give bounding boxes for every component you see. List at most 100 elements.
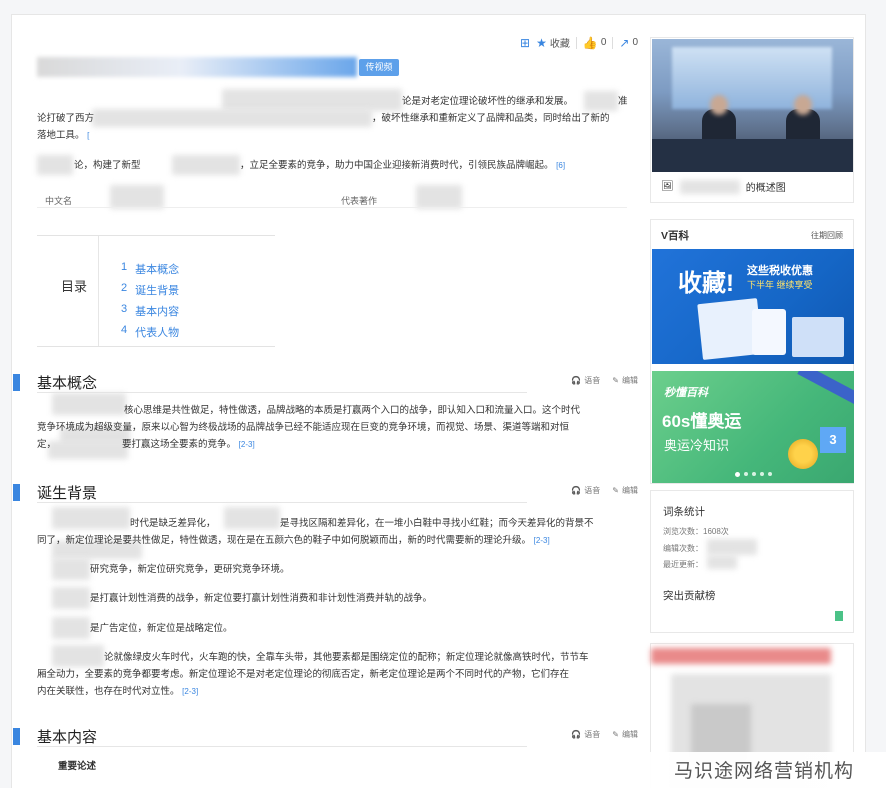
carousel-dot[interactable]	[734, 472, 740, 477]
vbaike-more-link[interactable]: 往期回顾	[811, 230, 843, 241]
share-button[interactable]: ↗ 0	[619, 36, 638, 50]
redacted-text	[92, 109, 372, 127]
carousel-dots	[652, 472, 854, 477]
intro-line-3: 落地工具。 [	[37, 130, 90, 141]
stats-title: 词条统计	[663, 506, 705, 518]
section-background: 诞生背景 🎧 语音 ✎ 编辑	[13, 481, 638, 503]
redacted-text	[37, 155, 73, 175]
voice-button[interactable]: 🎧 语音	[571, 729, 600, 740]
entry-title: 传视频	[37, 57, 399, 77]
s1-line-1: 核心思维是共性做足，特性做透，品牌战略的本质是打赢两个入口的战争，即认知入口和流…	[124, 405, 581, 416]
image-caption: 的概述图	[745, 183, 786, 194]
pencil-icon: ✎	[612, 376, 619, 385]
redacted-text	[172, 155, 240, 175]
pencil-icon: ✎	[612, 486, 619, 495]
medal-icon	[788, 439, 818, 469]
section-basic-concept: 基本概念 🎧 语音 ✎ 编辑	[13, 371, 638, 393]
citation-link[interactable]: [6]	[556, 161, 565, 170]
citation-link[interactable]: [	[87, 131, 89, 140]
redacted-text	[52, 393, 126, 415]
carousel-dot[interactable]	[767, 472, 772, 476]
section-title: 基本内容	[37, 729, 98, 746]
intro-line-4b: ，立足全要素的竞争，助力中国企业迎接新消费时代，引领民族品牌崛起。 [6]	[240, 160, 566, 171]
toc-list: 1 基本概念 2 诞生背景 3 基本内容 4 代表人物	[121, 261, 179, 345]
bookmark-icon	[835, 611, 843, 621]
updated-row: 最近更新：	[663, 560, 703, 569]
s2-line-8: 内在关联性，也存在时代对立性。 [2-3]	[37, 686, 199, 697]
page-container: ⊞ ★ 收藏 👍 0 ↗ 0 传视频 论是对老定位理论破坏性的继承和发展。 准 论打破…	[11, 14, 866, 788]
toc-item-background[interactable]: 2 诞生背景	[121, 282, 179, 303]
s1-line-2: 竞争环境成为超级变量，原来以心智为终极战场的品牌战争已经不能适应现在巨变的竞争环…	[37, 422, 570, 433]
s2-line-4: 是打赢计划性消费的战争，新定位要打赢计划性消费和非计划性消费并轨的战争。	[90, 593, 433, 604]
redacted-value	[416, 185, 462, 209]
plus-square-icon: ⊞	[520, 35, 531, 50]
carousel-dot[interactable]	[751, 472, 756, 476]
intro-line-2b: ，破坏性继承和重新定义了品牌和品类，同时给出了新的	[372, 113, 610, 124]
vbaike-card: V百科 往期回顾 收藏! 这些税收优惠 下半年 继续享受 秒懂百科 60s懂奥运…	[650, 219, 854, 484]
headphones-icon: 🎧	[571, 376, 582, 385]
image-icon: 🖼	[661, 181, 674, 192]
podium-cube: 3	[820, 427, 846, 453]
s2-line-6: 论就像绿皮火车时代，火车跑的快，全靠车头带，其他要素都是围绕定位的配称；新定位理…	[104, 652, 589, 663]
citation-link[interactable]: [2-3]	[239, 440, 255, 449]
toc-label: 目录	[61, 279, 88, 294]
voice-button[interactable]: 🎧 语音	[571, 375, 600, 386]
watermark: 马识途网络营销机构	[540, 752, 886, 788]
toc-item-people[interactable]: 4 代表人物	[121, 324, 179, 345]
favorite-button[interactable]: ★ 收藏	[536, 35, 570, 51]
star-icon: ★	[536, 35, 547, 50]
section-title: 诞生背景	[37, 485, 98, 502]
main-content: ⊞ ★ 收藏 👍 0 ↗ 0 传视频 论是对老定位理论破坏性的继承和发展。 准 论打破…	[12, 15, 640, 788]
s2-line-7: 厢全动力，全要素的竞争都要考虑。新定位理论不是对老定位理论的彻底否定，新老定位理…	[37, 669, 570, 680]
summary-photo	[652, 39, 853, 172]
redacted-text	[584, 91, 618, 111]
headphones-icon: 🎧	[571, 486, 582, 495]
upload-video-button[interactable]: 传视频	[359, 59, 399, 76]
toc-item-content[interactable]: 3 基本内容	[121, 303, 179, 324]
edit-button[interactable]: ✎ 编辑	[612, 375, 638, 386]
toc-item-concept[interactable]: 1 基本概念	[121, 261, 179, 282]
add-button[interactable]: ⊞	[520, 36, 530, 50]
voice-button[interactable]: 🎧 语音	[571, 485, 600, 496]
share-icon: ↗	[619, 35, 630, 50]
works-label: 代表著作	[341, 196, 378, 206]
edit-button[interactable]: ✎ 编辑	[612, 485, 638, 496]
s2-line-1b: 是寻找区隔和差异化，在一堆小白鞋中寻找小红鞋；而今天差异化的背景不	[280, 518, 594, 529]
like-button[interactable]: 👍 0	[583, 36, 607, 50]
redacted-text	[52, 587, 90, 609]
table-of-contents: 目录 1 基本概念 2 诞生背景 3 基本内容 4 代表人物	[37, 235, 275, 347]
s2-line-3: 研究竞争，新定位研究竞争，更研究竞争环境。	[90, 564, 290, 575]
citation-link[interactable]: [2-3]	[534, 536, 550, 545]
edit-button[interactable]: ✎ 编辑	[612, 729, 638, 740]
carousel-dot[interactable]	[743, 472, 748, 476]
redacted-text	[52, 645, 104, 667]
redacted-value	[110, 185, 164, 209]
chart-icon	[792, 317, 844, 357]
title-blurred	[37, 57, 357, 77]
entry-toolbar: ⊞ ★ 收藏 👍 0 ↗ 0	[520, 35, 638, 51]
s2-line-2: 同了，新定位理论是要共性做足，特性做透，现在是在五颜六色的鞋子中如何脱颖而出，新…	[37, 535, 550, 546]
olympics-banner[interactable]: 秒懂百科 60s懂奥运 奥运冷知识 3	[652, 371, 854, 483]
headphones-icon: 🎧	[571, 730, 582, 739]
cn-name-label: 中文名	[45, 196, 73, 206]
s1-line-3: 定，	[37, 439, 57, 450]
redacted-text	[224, 507, 280, 529]
edits-row: 编辑次数：	[663, 544, 703, 553]
s2-line-1a: 时代是缺乏差异化，	[130, 518, 216, 529]
intro-line-1a: 论是对老定位理论破坏性的继承和发展。	[402, 96, 574, 107]
vbaike-title: V百科	[661, 230, 690, 242]
section-content: 基本内容 🎧 语音 ✎ 编辑	[13, 725, 638, 747]
redacted-text	[222, 89, 402, 111]
intro-line-4a: 论，构建了新型	[74, 160, 141, 171]
intro-line-2a: 论打破了西方	[37, 113, 95, 124]
intro-line-1b: 准	[618, 96, 628, 107]
redacted-text	[52, 617, 90, 639]
pencil-icon: ✎	[612, 730, 619, 739]
citation-link[interactable]: [2-3]	[182, 687, 198, 696]
redacted-text	[48, 441, 128, 459]
contributors-title: 突出贡献榜	[663, 590, 716, 602]
summary-image-card[interactable]: 🖼 的概述图	[650, 37, 854, 203]
tax-banner[interactable]: 收藏! 这些税收优惠 下半年 继续享受	[652, 249, 854, 364]
views-row: 浏览次数：1608次	[663, 527, 729, 536]
carousel-dot[interactable]	[759, 472, 764, 476]
